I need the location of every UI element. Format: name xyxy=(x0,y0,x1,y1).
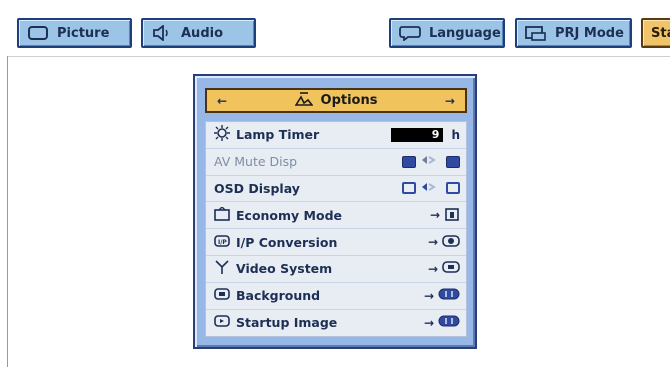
tab-language[interactable]: Language xyxy=(389,18,505,48)
tab-prj-mode-label: PRJ Mode xyxy=(555,25,624,41)
speech-bubble-icon xyxy=(399,24,421,42)
ip-icon: I/P xyxy=(214,234,230,251)
option-row-startup-image[interactable]: Startup Image → xyxy=(206,310,466,337)
option-label-lamp-timer: Lamp Timer xyxy=(236,127,320,143)
option-label-av-mute-disp: AV Mute Disp xyxy=(214,154,298,170)
ip-submenu-icon xyxy=(442,234,460,251)
option-label-video-system: Video System xyxy=(236,261,333,277)
background-submenu-icon xyxy=(438,287,460,304)
option-label-background: Background xyxy=(236,288,321,304)
projector-icon xyxy=(525,24,547,42)
submenu-arrow-icon: → xyxy=(429,208,440,223)
lamp-icon xyxy=(214,125,230,144)
av-mute-disp-option-a-icon[interactable] xyxy=(402,155,416,168)
svg-text:I/P: I/P xyxy=(218,239,227,246)
startup-icon xyxy=(214,314,230,331)
option-label-startup-image: Startup Image xyxy=(236,315,338,331)
submenu-arrow-icon: → xyxy=(427,235,438,250)
economy-icon xyxy=(214,205,230,224)
antenna-icon xyxy=(214,259,230,278)
option-row-economy-mode[interactable]: Economy Mode → xyxy=(206,202,466,230)
tab-language-label: Language xyxy=(429,25,501,41)
options-title: Options xyxy=(320,93,378,108)
background-icon xyxy=(214,287,230,304)
lamp-timer-value: 9 xyxy=(391,127,444,142)
next-page-arrow[interactable]: → xyxy=(445,94,455,108)
startup-submenu-icon xyxy=(438,314,460,331)
option-label-ip-conversion: I/P Conversion xyxy=(236,234,338,250)
swap-arrow-icon xyxy=(420,154,442,169)
submenu-arrow-icon: → xyxy=(423,288,434,303)
tab-picture[interactable]: Picture xyxy=(17,18,132,48)
av-mute-disp-option-b-icon[interactable] xyxy=(446,155,460,168)
tab-picture-label: Picture xyxy=(57,25,110,41)
tab-audio-label: Audio xyxy=(181,25,224,41)
option-row-video-system[interactable]: Video System → xyxy=(206,256,466,283)
prev-page-arrow[interactable]: ← xyxy=(217,94,227,108)
tab-audio[interactable]: Audio xyxy=(141,18,256,48)
option-row-ip-conversion[interactable]: I/P I/P Conversion → xyxy=(206,229,466,256)
options-icon xyxy=(294,91,314,110)
options-list: Lamp Timer 9 h AV Mute Disp OSD Display … xyxy=(205,121,467,337)
option-label-osd-display: OSD Display xyxy=(214,180,300,196)
option-label-economy-mode: Economy Mode xyxy=(236,207,342,223)
tab-prj-mode[interactable]: PRJ Mode xyxy=(515,18,632,48)
content-frame-left xyxy=(7,56,8,367)
swap-arrow-icon xyxy=(420,181,442,196)
option-row-background[interactable]: Background → xyxy=(206,283,466,310)
options-title-bar: ← Options → xyxy=(205,88,467,113)
options-panel: ← Options → Lamp Timer 9 h AV Mute Disp … xyxy=(193,74,477,349)
tab-status[interactable]: Sta xyxy=(641,18,670,48)
tab-status-label: Sta xyxy=(651,25,670,41)
lamp-timer-unit: h xyxy=(451,127,460,142)
osd-display-option-a-icon[interactable] xyxy=(402,182,416,195)
submenu-arrow-icon: → xyxy=(427,261,438,276)
option-row-lamp-timer[interactable]: Lamp Timer 9 h xyxy=(206,122,466,149)
option-row-av-mute-disp[interactable]: AV Mute Disp xyxy=(206,149,466,176)
option-row-osd-display[interactable]: OSD Display xyxy=(206,176,466,203)
economy-submenu-icon xyxy=(444,207,460,224)
osd-display-option-b-icon[interactable] xyxy=(446,182,460,195)
picture-icon xyxy=(27,24,49,42)
speaker-icon xyxy=(151,24,173,42)
video-system-submenu-icon xyxy=(442,260,460,277)
content-frame-top xyxy=(7,56,670,57)
submenu-arrow-icon: → xyxy=(423,315,434,330)
